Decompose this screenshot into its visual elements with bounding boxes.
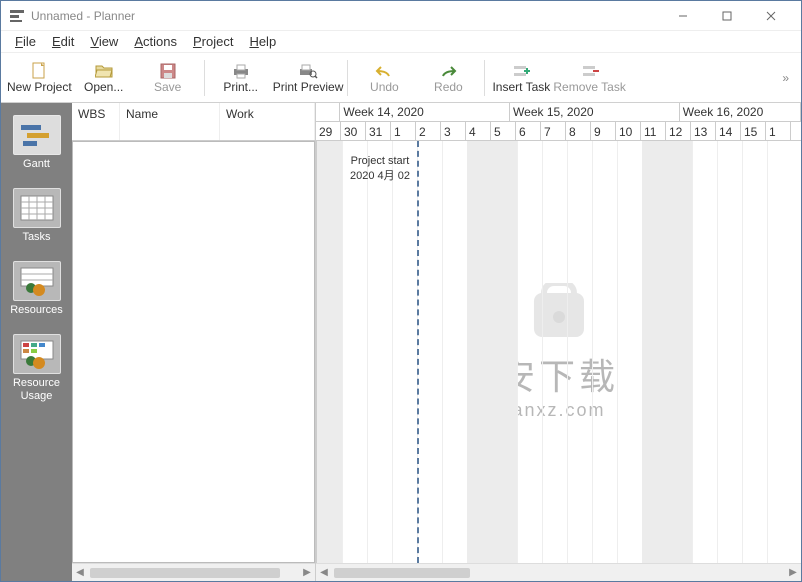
- week-header-cell: Week 15, 2020: [510, 103, 680, 121]
- open-button[interactable]: Open...: [72, 55, 136, 101]
- app-icon: [9, 8, 25, 24]
- table-horizontal-scrollbar[interactable]: ◀ ▶: [72, 563, 315, 581]
- sidebar-item-resource-usage[interactable]: Resource Usage: [6, 330, 68, 407]
- day-header-cell: 7: [541, 122, 566, 141]
- gantt-timeline-header[interactable]: Week 14, 2020Week 15, 2020Week 16, 2020 2…: [316, 103, 801, 141]
- task-table-pane: WBS Name Work ◀ ▶: [72, 103, 316, 581]
- insert-task-icon: [511, 62, 531, 80]
- day-header-cell: 30: [341, 122, 366, 141]
- new-file-icon: [29, 62, 49, 80]
- remove-task-button[interactable]: Remove Task: [553, 55, 625, 101]
- project-start-marker: Project start2020 4月 02: [345, 155, 415, 183]
- print-preview-icon: [298, 62, 318, 80]
- insert-task-button[interactable]: Insert Task: [489, 55, 553, 101]
- redo-button[interactable]: Redo: [416, 55, 480, 101]
- day-header-cell: 29: [316, 122, 341, 141]
- maximize-button[interactable]: [705, 1, 749, 31]
- menu-file[interactable]: File: [7, 32, 44, 51]
- close-button[interactable]: [749, 1, 793, 31]
- gantt-chart-area[interactable]: 安下载 anxz.com Project start2020 4月 02: [316, 141, 801, 563]
- day-header-cell: 10: [616, 122, 641, 141]
- sidebar-item-tasks[interactable]: Tasks: [6, 184, 68, 247]
- day-header-cell: 14: [716, 122, 741, 141]
- menu-edit[interactable]: Edit: [44, 32, 82, 51]
- scroll-left-icon[interactable]: ◀: [72, 565, 88, 581]
- gantt-icon: [13, 115, 61, 155]
- undo-button[interactable]: Undo: [352, 55, 416, 101]
- redo-icon: [438, 62, 458, 80]
- save-button[interactable]: Save: [136, 55, 200, 101]
- column-header-work[interactable]: Work: [220, 103, 315, 140]
- minimize-button[interactable]: [661, 1, 705, 31]
- day-header-cell: 31: [366, 122, 391, 141]
- new-project-button[interactable]: New Project: [7, 55, 72, 101]
- day-header-cell: 4: [466, 122, 491, 141]
- print-icon: [231, 62, 251, 80]
- week-header-cell: [316, 103, 340, 121]
- menu-project[interactable]: Project: [185, 32, 241, 51]
- sidebar-item-resources[interactable]: Resources: [6, 257, 68, 320]
- toolbar-overflow-button[interactable]: »: [776, 71, 795, 85]
- day-header-cell: 2: [416, 122, 441, 141]
- day-header-cell: 6: [516, 122, 541, 141]
- tasks-icon: [13, 188, 61, 228]
- day-header-cell: 1: [766, 122, 791, 141]
- scroll-right-icon[interactable]: ▶: [299, 565, 315, 581]
- window-title: Unnamed - Planner: [31, 9, 661, 23]
- day-header-cell: 13: [691, 122, 716, 141]
- menu-view[interactable]: View: [82, 32, 126, 51]
- week-header-cell: Week 16, 2020: [680, 103, 801, 121]
- gantt-horizontal-scrollbar[interactable]: ◀ ▶: [316, 563, 801, 581]
- undo-icon: [374, 62, 394, 80]
- print-button[interactable]: Print...: [209, 55, 273, 101]
- resource-usage-icon: [13, 334, 61, 374]
- remove-task-icon: [580, 62, 600, 80]
- day-header-cell: 15: [741, 122, 766, 141]
- save-icon: [158, 62, 178, 80]
- sidebar-item-gantt[interactable]: Gantt: [6, 111, 68, 174]
- menu-help[interactable]: Help: [241, 32, 284, 51]
- day-header-cell: 1: [391, 122, 416, 141]
- menubar: File Edit View Actions Project Help: [1, 31, 801, 53]
- toolbar: New Project Open... Save Print... Print …: [1, 53, 801, 103]
- menu-actions[interactable]: Actions: [126, 32, 185, 51]
- week-header-cell: Week 14, 2020: [340, 103, 510, 121]
- column-header-wbs[interactable]: WBS: [72, 103, 120, 140]
- scroll-left-icon[interactable]: ◀: [316, 565, 332, 581]
- column-header-name[interactable]: Name: [120, 103, 220, 140]
- day-header-cell: 11: [641, 122, 666, 141]
- resources-icon: [13, 261, 61, 301]
- project-start-line: [417, 141, 419, 563]
- folder-open-icon: [94, 62, 114, 80]
- day-header-cell: 9: [591, 122, 616, 141]
- print-preview-button[interactable]: Print Preview: [273, 55, 344, 101]
- gantt-pane: Week 14, 2020Week 15, 2020Week 16, 2020 2…: [316, 103, 801, 581]
- day-header-cell: 8: [566, 122, 591, 141]
- view-sidebar: Gantt Tasks Resources Resource Usage: [1, 103, 72, 581]
- task-table-body[interactable]: [72, 141, 315, 563]
- day-header-cell: 12: [666, 122, 691, 141]
- scroll-right-icon[interactable]: ▶: [785, 565, 801, 581]
- day-header-cell: 5: [491, 122, 516, 141]
- day-header-cell: 3: [441, 122, 466, 141]
